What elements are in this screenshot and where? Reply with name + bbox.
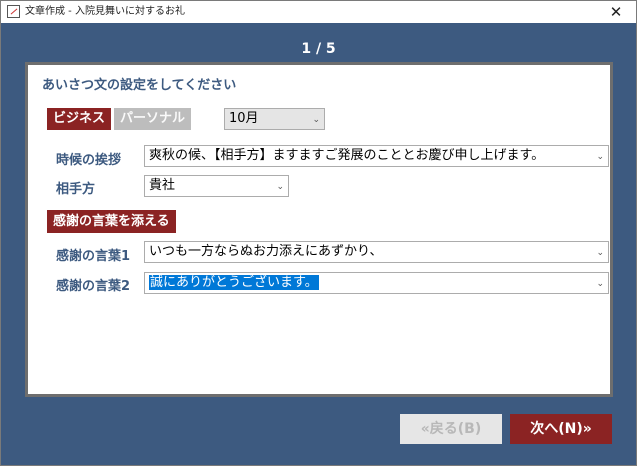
back-button[interactable]: «戻る(B) [400,414,502,444]
business-tab[interactable]: ビジネス [47,108,112,130]
recipient-select[interactable]: 貴社 ⌄ [144,175,289,197]
recipient-value: 貴社 [149,178,176,193]
step-indicator: 1 / 5 [301,41,336,57]
seasonal-greeting-label: 時候の挨拶 [56,153,122,168]
panel-heading: あいさつ文の設定をしてください [42,78,237,93]
chevron-down-icon: ⌄ [276,182,284,192]
gratitude1-label: 感謝の言葉1 [56,249,131,264]
recipient-label: 相手方 [56,182,96,197]
personal-tab[interactable]: パーソナル [114,108,192,130]
window-title: 文章作成 - 入院見舞いに対するお礼 [25,6,185,17]
seasonal-greeting-select[interactable]: 爽秋の候、【相手方】ますますご発展のこととお慶び申し上げます。 ⌄ [144,145,609,167]
title-bar: 文章作成 - 入院見舞いに対するお礼 ✕ [1,1,636,23]
next-button[interactable]: 次へ(N)» [510,414,612,444]
gratitude2-select[interactable]: 誠にありがとうございます。 ⌄ [144,272,609,294]
chevron-down-icon: ⌄ [596,279,604,289]
chevron-down-icon: ⌄ [596,152,604,162]
chevron-down-icon: ⌄ [312,115,320,125]
gratitude2-label: 感謝の言葉2 [56,279,131,294]
close-icon[interactable]: ✕ [602,1,630,23]
gratitude2-value: 誠にありがとうございます。 [149,275,319,290]
document-edit-icon [7,5,20,18]
gratitude1-value: いつも一方ならぬお力添えにあずかり、 [149,244,383,259]
app-window: 文章作成 - 入院見舞いに対するお礼 ✕ 1 / 5 あいさつ文の設定をしてくだ… [0,0,637,466]
chevron-down-icon: ⌄ [596,248,604,258]
month-select[interactable]: 10月 ⌄ [224,108,325,130]
settings-panel: あいさつ文の設定をしてください ビジネス パーソナル 10月 ⌄ 時候の挨拶 爽… [25,62,613,397]
seasonal-greeting-value: 爽秋の候、【相手方】ますますご発展のこととお慶び申し上げます。 [149,148,545,163]
month-value: 10月 [229,111,259,126]
gratitude-section-header[interactable]: 感謝の言葉を添える [47,210,176,233]
gratitude1-select[interactable]: いつも一方ならぬお力添えにあずかり、 ⌄ [144,241,609,263]
